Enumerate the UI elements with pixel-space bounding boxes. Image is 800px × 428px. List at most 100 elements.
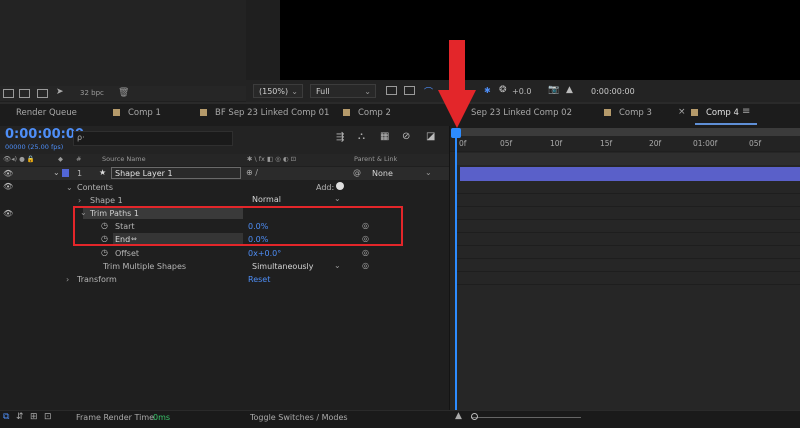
trash-icon[interactable]: 🗑 (118, 88, 129, 98)
pickwhip-icon[interactable]: @ (353, 168, 361, 177)
snapshot-icon[interactable]: 📷 (548, 85, 559, 95)
chevron-down-icon: ⌄ (364, 87, 371, 96)
tab-bf-sep-23-linked-comp-01[interactable]: BF Sep 23 Linked Comp 01 (215, 108, 329, 118)
comp-mini-flowchart-icon[interactable]: ⇶ (336, 132, 344, 143)
offset-value[interactable]: 0x+0.0° (248, 249, 281, 258)
tab-comp-2[interactable]: Comp 2 (358, 108, 391, 118)
new-composition-icon[interactable] (37, 89, 48, 98)
bpc-label[interactable]: 32 bpc (80, 89, 104, 97)
source-name-header[interactable]: Source Name (102, 155, 146, 163)
interpret-footage-icon[interactable] (3, 89, 14, 98)
property-track (456, 207, 800, 220)
layer-number-header: # (76, 155, 82, 163)
comp-marker-track (457, 153, 800, 165)
visibility-eye-icon[interactable]: 👁 (3, 209, 13, 218)
channel-icon[interactable]: ✱ (484, 86, 491, 95)
property-track (456, 246, 800, 259)
layer-name-field[interactable]: Shape Layer 1 (111, 167, 241, 179)
comp-swatch-icon (604, 109, 611, 116)
label-color-swatch[interactable] (62, 169, 69, 177)
resolution-value: Full (316, 87, 330, 96)
transparency-grid-icon[interactable] (404, 86, 415, 95)
composition-viewer[interactable] (280, 0, 800, 80)
layer-search-input[interactable]: ρ· (73, 131, 233, 146)
tab-sep-23-linked-comp-02[interactable]: Sep 23 Linked Comp 02 (471, 108, 572, 118)
zoom-slider-track[interactable] (471, 417, 581, 418)
tab-comp-1[interactable]: Comp 1 (128, 108, 161, 118)
mask-visibility-icon[interactable]: ⌒ (424, 85, 433, 98)
property-track (456, 181, 800, 194)
current-time-indicator[interactable] (455, 135, 457, 410)
visibility-eye-icon[interactable]: 👁 (3, 169, 13, 178)
chevron-right-icon[interactable]: › (78, 196, 81, 205)
label-column-icon: ◆ (58, 155, 63, 163)
expression-pickwhip-icon[interactable]: ◎ (362, 261, 369, 270)
chevron-down-icon: ⌄ (334, 261, 341, 270)
frame-blending-icon[interactable]: ▦ (380, 131, 389, 142)
layer-switch-icons[interactable]: ⊕ ∕ (246, 168, 258, 177)
region-of-interest-icon[interactable] (386, 86, 397, 95)
toggle-switches-modes[interactable]: Toggle Switches / Modes (250, 413, 348, 422)
parent-link-header[interactable]: Parent & Link (354, 155, 397, 163)
property-track (456, 220, 800, 233)
tab-render-queue[interactable]: Render Queue (16, 108, 77, 118)
work-area-bar[interactable] (452, 128, 800, 136)
property-track (456, 194, 800, 207)
tab-comp-3[interactable]: Comp 3 (619, 108, 652, 118)
stopwatch-icon[interactable]: ◷ (101, 248, 108, 257)
parent-dropdown[interactable]: None (372, 169, 393, 178)
ruler-tick-label: 10f (550, 139, 563, 148)
comp-swatch-icon (691, 109, 698, 116)
trim-multiple-shapes-dropdown[interactable]: Simultaneously (252, 262, 314, 271)
expression-pickwhip-icon[interactable]: ◎ (362, 248, 369, 257)
ruler-tick-label: 01:00f (693, 139, 718, 148)
exposure-icon[interactable]: ❂ (499, 85, 507, 95)
comp-swatch-icon (343, 109, 350, 116)
close-icon[interactable]: × (678, 107, 686, 117)
chevron-down-icon[interactable]: ⌄ (66, 183, 73, 192)
motion-blur-icon[interactable]: ⊘ (402, 131, 410, 142)
ruler-tick-label: 15f (600, 139, 613, 148)
in-out-panel-icon[interactable]: ⊞ (30, 412, 38, 422)
property-track (456, 272, 800, 285)
frame-render-time-label: Frame Render Time (76, 413, 155, 422)
zoom-dropdown[interactable]: (150%) ⌄ (253, 84, 303, 98)
draft-3d-icon[interactable]: ⛬ (358, 131, 365, 142)
reset-link[interactable]: Reset (248, 275, 270, 284)
zoom-slider-handle[interactable] (471, 413, 478, 420)
comp-swatch-icon (113, 109, 120, 116)
graph-editor-icon[interactable]: ◪ (426, 131, 435, 142)
ruler-tick-label: 05f (500, 139, 513, 148)
media-encoder-icon[interactable]: ➤ (56, 87, 64, 97)
contents-label: Contents (77, 183, 113, 192)
frame-render-time-value: 0ms (153, 413, 171, 422)
new-folder-icon[interactable] (19, 89, 30, 98)
render-options-icon[interactable]: ⧉ (3, 412, 9, 422)
visibility-eye-icon[interactable]: 👁 (3, 182, 13, 191)
resolution-dropdown[interactable]: Full ⌄ (310, 84, 376, 98)
add-label: Add: (316, 183, 335, 192)
layer-number: 1 (77, 169, 83, 178)
playhead-handle[interactable] (451, 128, 461, 138)
viewer-timecode[interactable]: 0:00:00:00 (591, 87, 635, 96)
ruler-tick-label: 20f (649, 139, 662, 148)
add-button[interactable] (336, 182, 344, 190)
highlight-rectangle (73, 206, 403, 246)
frame-rate-label: 00000 (25.00 fps) (5, 143, 64, 151)
project-toolbar: ➤ 32 bpc 🗑 (0, 86, 246, 101)
shape-1-blend-mode[interactable]: Normal (252, 195, 281, 204)
chevron-right-icon[interactable]: › (66, 275, 69, 284)
chevron-down-icon[interactable]: ⌄ (53, 168, 60, 177)
exposure-value[interactable]: +0.0 (512, 87, 531, 96)
panel-menu-icon[interactable]: ≡ (742, 106, 750, 117)
layer-name: Shape Layer 1 (115, 169, 173, 178)
layer-duration-bar[interactable] (460, 167, 800, 181)
show-snapshot-icon[interactable]: ▲ (566, 85, 573, 95)
render-time-icon[interactable]: ⊡ (44, 412, 52, 422)
trim-multiple-shapes-label: Trim Multiple Shapes (103, 262, 187, 271)
chevron-down-icon: ⌄ (425, 168, 432, 177)
tab-comp-4[interactable]: Comp 4 (706, 108, 739, 118)
transfer-controls-icon[interactable]: ⇵ (16, 412, 24, 422)
zoom-out-icon[interactable]: ▲ (455, 411, 462, 421)
shape-1-label: Shape 1 (90, 196, 123, 205)
